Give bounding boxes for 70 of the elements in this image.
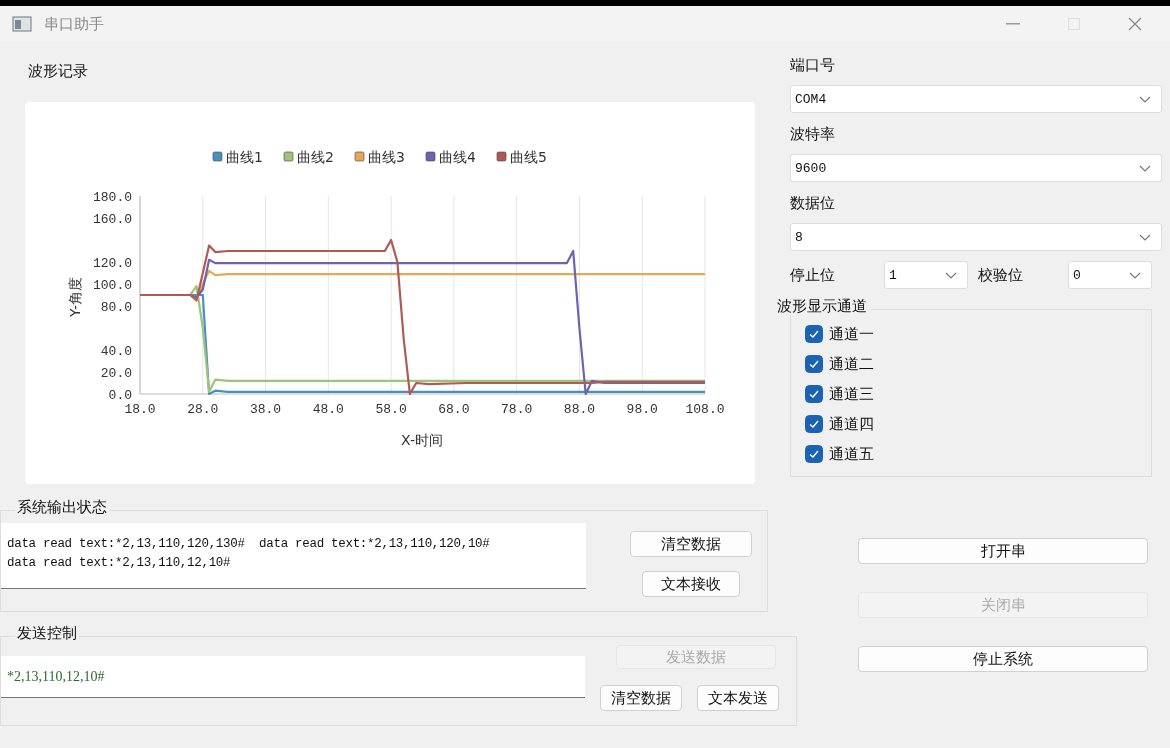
x-tick-label: 28.0 bbox=[187, 402, 219, 417]
field-label: 端口号 bbox=[790, 56, 836, 75]
legend-label: 曲线3 bbox=[368, 148, 405, 165]
action-button[interactable]: 文本接收 bbox=[642, 571, 740, 597]
legend-label: 曲线2 bbox=[297, 148, 334, 165]
x-tick-label: 78.0 bbox=[501, 402, 533, 417]
chevron-icon bbox=[1139, 164, 1151, 172]
y-axis-title: Y-角度 bbox=[67, 277, 83, 317]
app-icon bbox=[12, 16, 32, 32]
action-button[interactable]: 清空数据 bbox=[630, 531, 752, 557]
window-title: 串口助手 bbox=[44, 14, 104, 34]
checkbox-label: 通道四 bbox=[829, 414, 874, 434]
legend-label: 曲线1 bbox=[226, 148, 263, 165]
x-tick-label: 68.0 bbox=[438, 402, 470, 417]
field-label: 停止位 bbox=[790, 265, 836, 285]
checkbox-label: 通道三 bbox=[829, 384, 874, 404]
y-tick-label: 120.0 bbox=[93, 256, 132, 271]
close-icon[interactable] bbox=[1128, 17, 1142, 31]
y-tick-label: 20.0 bbox=[100, 366, 132, 381]
chevron-icon bbox=[1129, 271, 1141, 279]
group-title: 系统输出状态 bbox=[15, 498, 109, 517]
action-button[interactable]: 打开串 bbox=[858, 538, 1148, 564]
x-tick-label: 88.0 bbox=[563, 402, 596, 417]
legend-label: 曲线4 bbox=[439, 148, 476, 165]
dropdown[interactable]: 8 bbox=[790, 223, 1162, 251]
checkbox-label: 通道一 bbox=[829, 324, 874, 344]
chevron-icon bbox=[945, 271, 957, 279]
x-tick-label: 98.0 bbox=[626, 402, 658, 417]
dropdown[interactable]: COM4 bbox=[790, 85, 1162, 113]
dropdown[interactable]: 0 bbox=[1068, 261, 1152, 289]
y-tick-label: 40.0 bbox=[100, 344, 132, 359]
x-axis-title: X-时间 bbox=[401, 432, 443, 448]
chevron-icon bbox=[1139, 233, 1151, 241]
field-label: 波特率 bbox=[790, 125, 836, 144]
legend-swatch bbox=[496, 151, 507, 162]
x-tick-label: 18.0 bbox=[124, 402, 156, 417]
y-tick-label: 0.0 bbox=[108, 388, 132, 403]
send-input-field[interactable]: *2,13,110,12,10# bbox=[1, 656, 585, 698]
field-label: 数据位 bbox=[790, 194, 836, 213]
action-button[interactable]: 停止系统 bbox=[858, 646, 1148, 672]
field-label: 校验位 bbox=[978, 265, 1024, 285]
checkbox[interactable] bbox=[805, 325, 823, 343]
checkbox-label: 通道二 bbox=[829, 354, 874, 374]
dropdown[interactable]: 9600 bbox=[790, 154, 1162, 182]
chevron-icon bbox=[1139, 95, 1151, 103]
y-tick-label: 180.0 bbox=[93, 190, 132, 205]
dropdown[interactable]: 1 bbox=[884, 261, 968, 289]
legend-swatch bbox=[425, 151, 436, 162]
y-tick-label: 80.0 bbox=[100, 300, 132, 315]
output-text-area[interactable]: data read text:*2,13,110,120,130# data read text:*2,13,110,120,10# data read text:*2,13,110,12,10# bbox=[1, 523, 586, 589]
action-button[interactable]: 清空数据 bbox=[600, 685, 682, 711]
legend-swatch bbox=[283, 151, 294, 162]
x-tick-label: 108.0 bbox=[685, 402, 725, 417]
checkbox[interactable] bbox=[805, 385, 823, 403]
legend-swatch bbox=[212, 151, 223, 162]
section-title: 波形记录 bbox=[28, 62, 89, 82]
action-button[interactable]: 文本发送 bbox=[697, 685, 779, 711]
group-title: 发送控制 bbox=[15, 624, 79, 643]
group-title: 波形显示通道 bbox=[777, 297, 869, 316]
y-tick-label: 160.0 bbox=[93, 212, 132, 227]
checkbox[interactable] bbox=[805, 355, 823, 373]
y-tick-label: 100.0 bbox=[93, 278, 132, 293]
legend-swatch bbox=[354, 151, 365, 162]
x-tick-label: 48.0 bbox=[312, 402, 344, 417]
x-tick-label: 38.0 bbox=[249, 402, 282, 417]
checkbox-label: 通道五 bbox=[829, 444, 874, 464]
checkbox[interactable] bbox=[805, 445, 823, 463]
legend-label: 曲线5 bbox=[510, 148, 547, 165]
x-tick-label: 58.0 bbox=[375, 402, 407, 417]
checkbox[interactable] bbox=[805, 415, 823, 433]
